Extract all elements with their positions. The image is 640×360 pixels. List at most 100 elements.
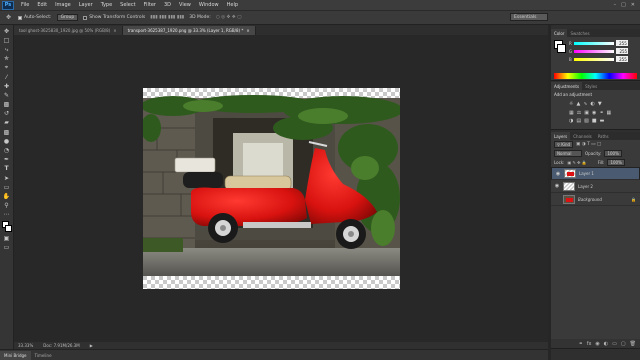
shape-tool-icon[interactable]: ▭ — [1, 183, 12, 192]
quick-select-icon[interactable]: ✯ — [1, 55, 12, 64]
tab-styles[interactable]: Styles — [582, 82, 600, 90]
tab-swatches[interactable]: Swatches — [567, 29, 592, 37]
black-white-icon[interactable]: ▣ — [584, 110, 589, 116]
healing-brush-icon[interactable]: ✚ — [1, 82, 12, 91]
color-swatches-icon[interactable] — [1, 220, 12, 234]
filter-icons[interactable]: ▣ ◑ T ▭ □ — [576, 142, 601, 147]
tab-document-2[interactable]: transport-3625387_1920.png @ 33.3% (Laye… — [122, 26, 256, 35]
layer-row-layer-1[interactable]: ◉ Layer 1 — [551, 167, 640, 180]
screen-mode-icon[interactable]: ▭ — [1, 243, 12, 252]
background-color-swatch[interactable] — [557, 44, 566, 53]
canvas-area[interactable] — [14, 35, 548, 349]
tab-timeline[interactable]: Timeline — [31, 351, 56, 360]
status-menu-arrow-icon[interactable]: ▶ — [90, 343, 93, 348]
exposure-icon[interactable]: ◐ — [591, 101, 595, 107]
channel-mixer-icon[interactable]: ⚭ — [599, 110, 603, 116]
tab-adjustments[interactable]: Adjustments — [551, 82, 583, 90]
menu-view[interactable]: View — [175, 2, 195, 8]
workspace-switcher[interactable]: Essentials — [510, 13, 548, 21]
marquee-tool-icon[interactable]: □ — [1, 36, 12, 45]
brightness-icon[interactable]: ☼ — [569, 101, 573, 107]
menu-select[interactable]: Select — [116, 2, 139, 8]
tab-channels[interactable]: Channels — [570, 132, 595, 140]
close-tab-icon[interactable]: × — [113, 28, 116, 33]
photo-filter-icon[interactable]: ◉ — [592, 110, 596, 116]
green-channel-slider[interactable] — [574, 49, 615, 53]
3d-mode-buttons[interactable]: ○ ◎ ✥ ❖ ▢ — [216, 15, 242, 20]
crop-tool-icon[interactable]: ⌖ — [1, 64, 12, 73]
minimize-icon[interactable]: – — [614, 2, 617, 8]
zoom-tool-icon[interactable]: ⚲ — [1, 202, 12, 211]
fill-field[interactable]: 100% — [607, 159, 625, 166]
tab-mini-bridge[interactable]: Mini Bridge — [0, 350, 31, 360]
gradient-map-icon[interactable]: ▬ — [600, 118, 605, 124]
lasso-tool-icon[interactable]: ⤷ — [1, 45, 12, 54]
layer-name[interactable]: Layer 1 — [579, 171, 594, 176]
auto-select-dropdown[interactable]: Group — [56, 14, 79, 21]
tab-document-1[interactable]: tool ghost-3625830_1920.jpg @ 50% (RGB/8… — [14, 26, 123, 35]
tab-color[interactable]: Color — [551, 29, 568, 37]
blur-tool-icon[interactable]: ● — [1, 137, 12, 146]
tab-layers[interactable]: Layers — [551, 132, 571, 140]
layer-name[interactable]: Layer 2 — [578, 184, 593, 189]
pen-tool-icon[interactable]: ✒ — [1, 156, 12, 165]
layer-name[interactable]: Background — [578, 197, 602, 202]
curves-icon[interactable]: ∿ — [583, 101, 587, 107]
eyedropper-icon[interactable]: ⁄ — [1, 73, 12, 82]
tab-paths[interactable]: Paths — [595, 132, 612, 140]
blend-mode-dropdown[interactable]: Normal — [554, 150, 582, 157]
menu-file[interactable]: File — [17, 2, 33, 8]
visibility-eye-icon[interactable]: ◉ — [555, 171, 561, 177]
layer-row-layer-2[interactable]: ◉ Layer 2 — [551, 180, 640, 193]
red-channel-value[interactable]: 255 — [615, 40, 628, 46]
align-buttons[interactable]: ▮▮▮ ▮▮▮ ▮▮▮ ▮▮▮ — [150, 15, 184, 20]
history-brush-icon[interactable]: ↺ — [1, 110, 12, 119]
path-select-icon[interactable]: ➤ — [1, 174, 12, 183]
more-tools-icon[interactable]: ⋯ — [1, 211, 12, 220]
threshold-icon[interactable]: ▧ — [584, 118, 589, 124]
red-channel-slider[interactable] — [573, 41, 614, 45]
color-spectrum-bar[interactable] — [554, 73, 637, 79]
maximize-icon[interactable]: □ — [621, 2, 626, 8]
brush-tool-icon[interactable]: ✎ — [1, 91, 12, 100]
posterize-icon[interactable]: ▤ — [576, 118, 581, 124]
zoom-level[interactable]: 33.33% — [18, 343, 33, 348]
selective-color-icon[interactable]: ■ — [592, 118, 597, 124]
eraser-tool-icon[interactable]: ▰ — [1, 119, 12, 128]
layer-kind-filter[interactable]: ⚲ Kind — [554, 141, 574, 148]
move-tool-icon[interactable]: ✥ — [1, 27, 12, 36]
menu-3d[interactable]: 3D — [160, 2, 175, 8]
new-group-icon[interactable]: ▭ — [612, 341, 617, 347]
gradient-tool-icon[interactable]: ▩ — [1, 128, 12, 137]
color-lookup-icon[interactable]: ▦ — [607, 110, 612, 116]
auto-select-checkbox[interactable] — [18, 15, 22, 20]
show-transform-checkbox[interactable] — [83, 15, 88, 20]
layer-row-background[interactable]: Background 🔒 — [551, 193, 640, 206]
layer-style-icon[interactable]: fx — [587, 341, 592, 347]
dodge-tool-icon[interactable]: ◔ — [1, 146, 12, 155]
menu-edit[interactable]: Edit — [33, 2, 51, 8]
show-transform-option[interactable]: Show Transform Controls — [83, 15, 145, 20]
menu-image[interactable]: Image — [51, 2, 75, 8]
visibility-eye-icon[interactable]: ◉ — [554, 183, 560, 189]
menu-type[interactable]: Type — [97, 2, 116, 8]
blue-channel-value[interactable]: 255 — [615, 56, 628, 62]
color-balance-icon[interactable]: ⚖ — [577, 110, 581, 116]
link-layers-icon[interactable]: ⚭ — [578, 341, 582, 347]
green-channel-value[interactable]: 255 — [616, 48, 629, 54]
add-mask-icon[interactable]: ◉ — [595, 341, 599, 347]
menu-layer[interactable]: Layer — [75, 2, 97, 8]
hand-tool-icon[interactable]: ✋ — [1, 192, 12, 201]
delete-layer-icon[interactable]: 🗑 — [630, 341, 636, 347]
levels-icon[interactable]: ▲ — [576, 101, 580, 107]
quick-mask-icon[interactable]: ▣ — [1, 234, 12, 243]
move-tool-icon[interactable]: ✥ — [4, 13, 13, 22]
hue-saturation-icon[interactable]: ▦ — [569, 110, 574, 116]
invert-icon[interactable]: ◑ — [569, 118, 573, 124]
menu-filter[interactable]: Filter — [140, 2, 160, 8]
clone-stamp-icon[interactable]: ▩ — [1, 101, 12, 110]
auto-select-option[interactable]: Auto-Select: — [18, 15, 52, 20]
vibrance-icon[interactable]: ▼ — [598, 101, 602, 107]
document-canvas[interactable] — [143, 88, 400, 289]
type-tool-icon[interactable]: T — [1, 165, 12, 174]
